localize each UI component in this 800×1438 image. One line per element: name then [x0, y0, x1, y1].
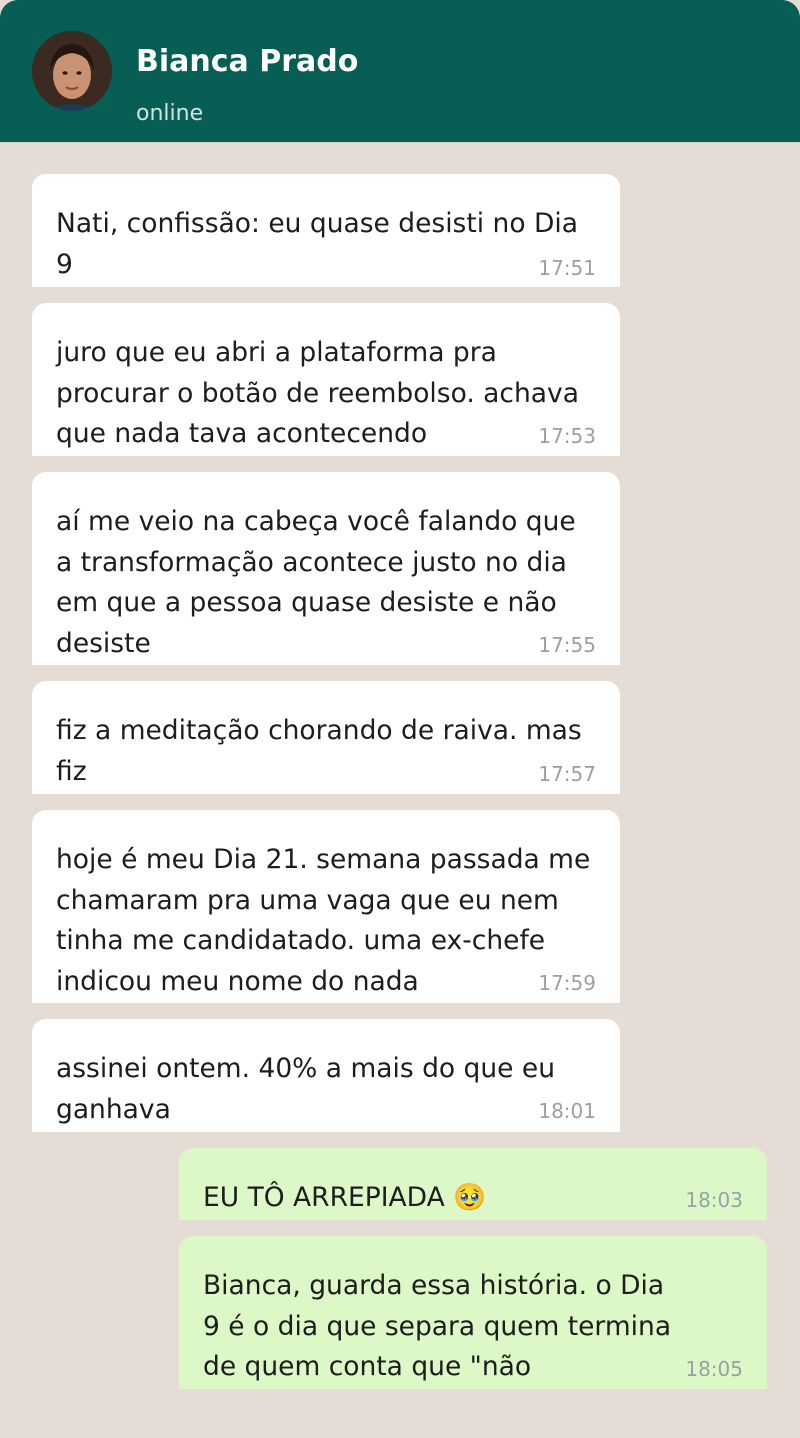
contact-name[interactable]: Bianca Prado: [136, 42, 358, 82]
message-text: Bianca, guarda essa história. o Dia 9 é …: [203, 1270, 672, 1382]
message-text: aí me veio na cabeça você falando que a …: [56, 506, 576, 659]
message-bubble-outgoing[interactable]: Bianca, guarda essa história. o Dia 9 é …: [179, 1236, 767, 1389]
contact-status: online: [136, 101, 204, 126]
message-time: 18:01: [538, 1099, 596, 1123]
message-bubble-incoming[interactable]: Nati, confissão: eu quase desisti no Dia…: [32, 174, 620, 287]
header-divider: [0, 142, 800, 143]
message-time: 17:59: [538, 971, 596, 995]
message-text: EU TÔ ARREPIADA 🥹: [203, 1182, 487, 1213]
message-text: fiz a meditação chorando de raiva. mas f…: [56, 715, 582, 787]
message-bubble-incoming[interactable]: aí me veio na cabeça você falando que a …: [32, 472, 620, 665]
message-time: 17:55: [538, 633, 596, 657]
message-time: 17:57: [538, 762, 596, 786]
message-text: Nati, confissão: eu quase desisti no Dia…: [56, 208, 578, 280]
message-text: juro que eu abri a plataforma pra procur…: [56, 337, 579, 449]
message-bubble-incoming[interactable]: fiz a meditação chorando de raiva. mas f…: [32, 681, 620, 794]
avatar-portrait-icon: [32, 31, 112, 111]
contact-avatar[interactable]: [32, 31, 112, 111]
message-time: 17:51: [538, 256, 596, 280]
message-time: 18:03: [685, 1188, 743, 1212]
message-time: 18:05: [685, 1357, 743, 1381]
message-time: 17:53: [538, 424, 596, 448]
message-text: hoje é meu Dia 21. semana passada me cha…: [56, 844, 591, 997]
message-bubble-incoming[interactable]: hoje é meu Dia 21. semana passada me cha…: [32, 810, 620, 1003]
message-bubble-incoming[interactable]: assinei ontem. 40% a mais do que eu ganh…: [32, 1019, 620, 1132]
message-bubble-incoming[interactable]: juro que eu abri a plataforma pra procur…: [32, 303, 620, 456]
message-text: assinei ontem. 40% a mais do que eu ganh…: [56, 1053, 555, 1125]
chat-header: Bianca Prado online: [0, 0, 800, 142]
message-bubble-outgoing[interactable]: EU TÔ ARREPIADA 🥹 18:03: [179, 1148, 767, 1220]
